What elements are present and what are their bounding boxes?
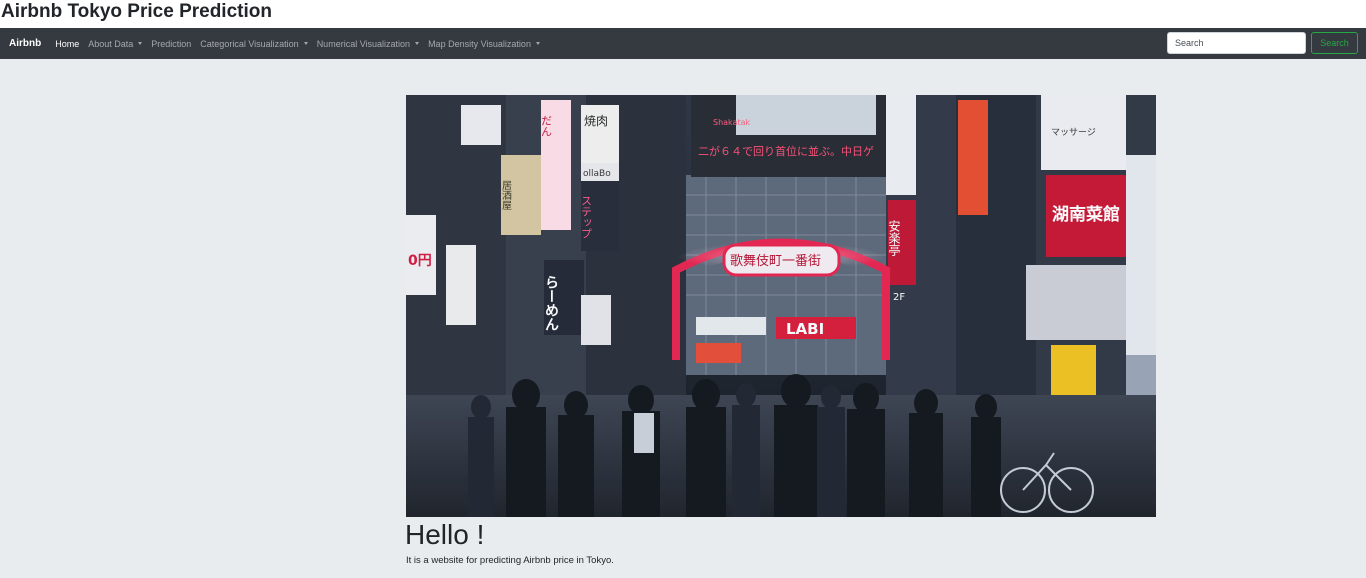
nav-item-numerical-visualization[interactable]: Numerical Visualization	[316, 38, 420, 49]
nav-item-label: Numerical Visualization	[316, 38, 411, 49]
caret-down-icon	[535, 42, 540, 45]
search-input[interactable]	[1167, 32, 1306, 54]
caret-down-icon	[303, 42, 308, 45]
nav-item-label: Prediction	[151, 38, 192, 49]
nav-item-label: Map Density Visualization	[428, 38, 531, 49]
jumbotron: Shakatak 二が６４で回り首位に並ぶ。中日ゲ 0円 居酒屋 だん 焼肉 o…	[0, 59, 1366, 578]
nav-item-prediction[interactable]: Prediction	[151, 39, 191, 49]
nav-item-about-data[interactable]: About Data	[88, 38, 143, 49]
jumbotron-heading: Hello !	[405, 519, 485, 550]
navbar: Airbnb Home About Data Prediction Catego…	[0, 28, 1366, 59]
nav-item-home[interactable]: Home	[55, 39, 79, 49]
navbar-brand[interactable]: Airbnb	[9, 38, 41, 49]
caret-down-icon	[415, 42, 420, 45]
nav-item-map-density-visualization[interactable]: Map Density Visualization	[428, 39, 540, 49]
nav-item-label: Home	[55, 38, 80, 49]
jumbotron-text: It is a website for predicting Airbnb pr…	[406, 555, 614, 566]
search-button[interactable]: Search	[1311, 32, 1358, 54]
caret-down-icon	[138, 42, 143, 45]
page-title: Airbnb Tokyo Price Prediction	[0, 0, 1366, 27]
nav-item-label: About Data	[88, 38, 134, 49]
hero-image: Shakatak 二が６４で回り首位に並ぶ。中日ゲ 0円 居酒屋 だん 焼肉 o…	[406, 95, 1156, 517]
nav-item-categorical-visualization[interactable]: Categorical Visualization	[200, 38, 308, 49]
nav-item-label: Categorical Visualization	[200, 38, 299, 49]
